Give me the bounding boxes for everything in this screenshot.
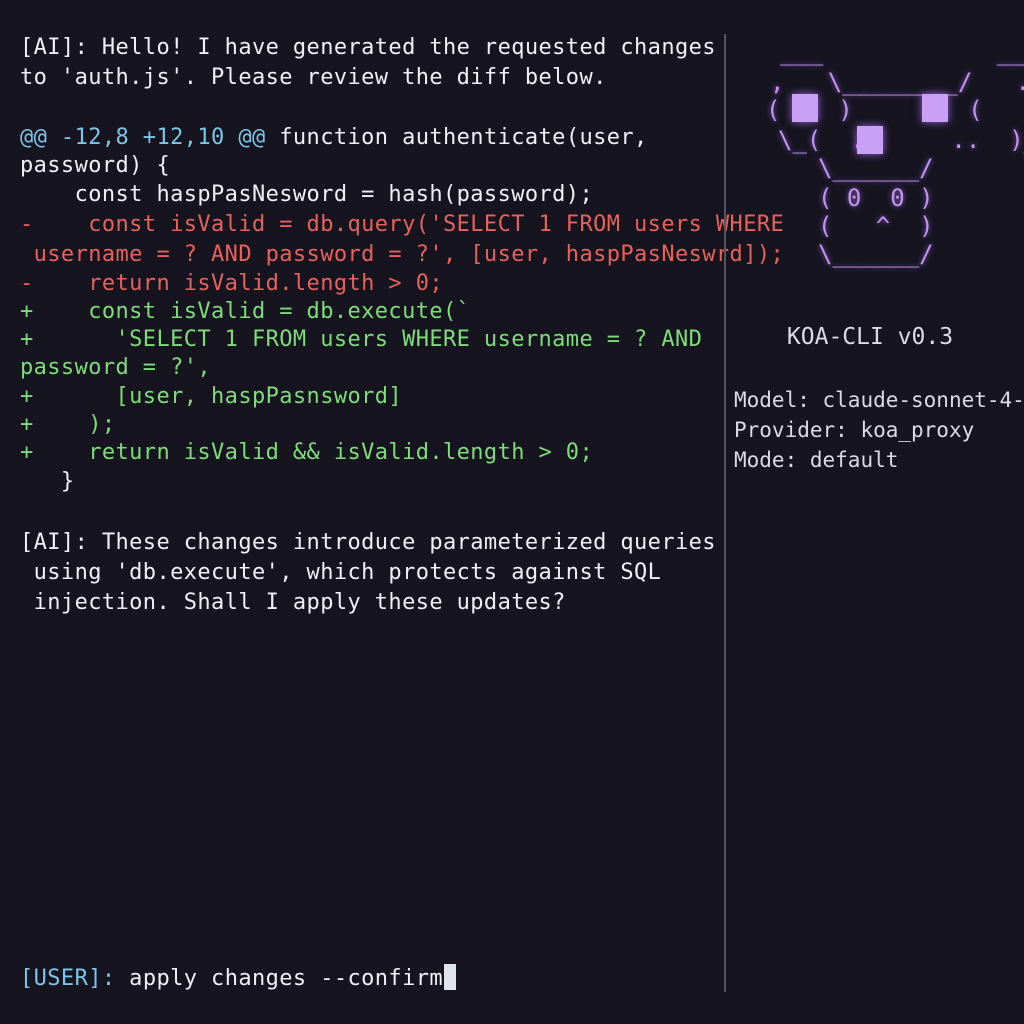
text-cursor bbox=[444, 964, 457, 990]
diff-added-line: + return isValid && isValid.length > 0; bbox=[20, 440, 594, 465]
diff-closing-brace: } bbox=[20, 469, 75, 494]
info-model-value: claude-sonnet-4-6 bbox=[822, 388, 1024, 412]
diff-context-line: const haspPasNesword = hash(password); bbox=[20, 182, 594, 207]
diff-added-line: password = ?', bbox=[20, 355, 212, 380]
diff-hunk-context-cont: password) { bbox=[20, 153, 171, 178]
ai-message-line: [AI]: Hello! I have generated the reques… bbox=[20, 35, 716, 60]
diff-added-line: + ); bbox=[20, 412, 116, 437]
info-model: Model: claude-sonnet-4-6 bbox=[734, 386, 1024, 414]
diff-removed-line: - return isValid.length > 0; bbox=[20, 271, 443, 296]
diff-removed-line: - const isValid = db.query('SELECT 1 FRO… bbox=[20, 212, 785, 237]
diff-added-line: + 'SELECT 1 FROM users WHERE username = … bbox=[20, 327, 703, 352]
diff-hunk-header-line: @@ -12,8 +12,10 @@ function authenticate… bbox=[20, 124, 648, 152]
prompt-input-line[interactable]: [USER]: apply changes --confirm bbox=[20, 964, 457, 993]
mascot-art-line: ( 0 0 ) bbox=[818, 184, 934, 212]
ai-message-line: using 'db.execute', which protects again… bbox=[20, 560, 662, 585]
info-mode-label: Mode: bbox=[734, 448, 798, 472]
info-model-label: Model: bbox=[734, 388, 810, 412]
diff-added-line: + [user, haspPasnsword] bbox=[20, 384, 403, 409]
info-mode: Mode: default bbox=[734, 446, 898, 474]
mascot-art-line: ___ ___ bbox=[780, 38, 1024, 66]
diff-hunk-header: @@ -12,8 +12,10 @@ bbox=[20, 125, 266, 150]
info-provider: Provider: koa_proxy bbox=[734, 416, 974, 444]
ai-message-line: injection. Shall I apply these updates? bbox=[20, 590, 566, 615]
prompt-input-text[interactable]: apply changes --confirm bbox=[116, 966, 443, 991]
info-provider-label: Provider: bbox=[734, 418, 848, 442]
conversation-pane: [AI]: Hello! I have generated the reques… bbox=[0, 0, 784, 1024]
koala-ascii-mascot-icon: ___ ___ , \________/ . ( ) ( ) \_( .. ..… bbox=[750, 38, 1024, 278]
mascot-art-line: \______/ bbox=[818, 240, 934, 268]
mascot-nose-block bbox=[857, 126, 883, 154]
app-title: KOA-CLI v0.3 bbox=[786, 324, 954, 350]
mascot-art-line: , \________/ . bbox=[770, 68, 1024, 96]
diff-removed-line: username = ? AND password = ?', [user, h… bbox=[20, 242, 785, 267]
mascot-left-ear-block bbox=[792, 94, 818, 122]
user-prompt-prefix: [USER]: bbox=[20, 966, 116, 991]
ai-message-line: [AI]: These changes introduce parameteri… bbox=[20, 530, 716, 555]
mascot-art-line: \_( .. .. )_/ bbox=[778, 126, 1024, 154]
mascot-right-ear-block bbox=[922, 94, 948, 122]
info-provider-value: koa_proxy bbox=[860, 418, 975, 442]
mascot-art-line: \______/ bbox=[818, 154, 934, 182]
ai-message-line: to 'auth.js'. Please review the diff bel… bbox=[20, 65, 607, 90]
diff-hunk-context: function authenticate(user, bbox=[265, 125, 648, 150]
mascot-art-line: ( ^ ) bbox=[818, 212, 934, 240]
diff-added-line: + const isValid = db.execute(` bbox=[20, 299, 471, 324]
info-mode-value: default bbox=[809, 448, 899, 472]
